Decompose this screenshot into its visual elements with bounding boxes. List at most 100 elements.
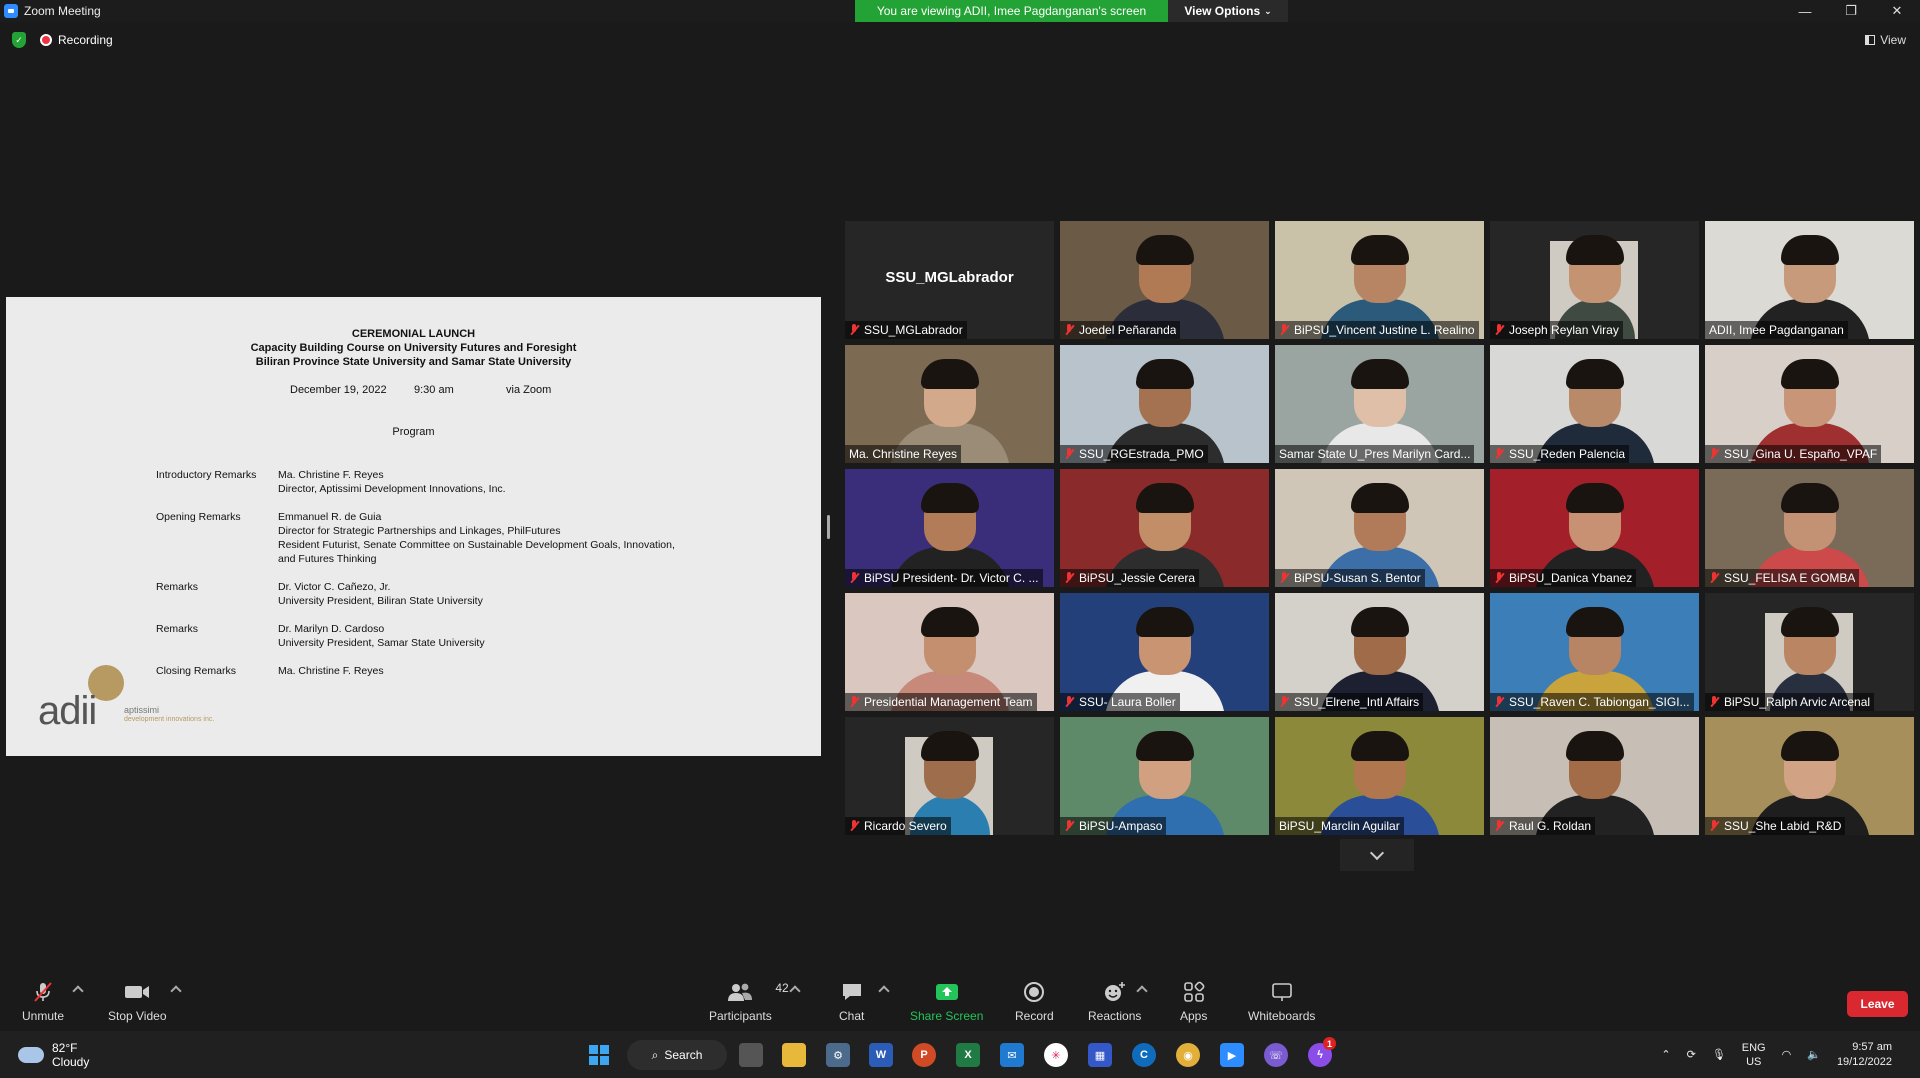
minimize-button[interactable]: — (1782, 0, 1828, 22)
clock[interactable]: 9:57 am 19/12/2022 (1837, 1040, 1892, 1070)
recording-indicator[interactable]: Recording (40, 33, 113, 47)
leave-button[interactable]: Leave (1847, 991, 1908, 1017)
restore-button[interactable]: ❐ (1828, 0, 1874, 22)
participant-tile[interactable]: Samar State U_Pres Marilyn Card... (1275, 345, 1484, 463)
whiteboards-button[interactable]: Whiteboards (1248, 981, 1315, 1023)
muted-mic-icon (1494, 324, 1504, 336)
participant-tile[interactable]: Joseph Reylan Viray (1490, 221, 1699, 339)
split-resize-handle[interactable] (827, 515, 830, 539)
participant-tile[interactable]: SSU- Laura Boller (1060, 593, 1269, 711)
shield-icon[interactable]: ✓ (12, 32, 26, 48)
participants-button[interactable]: 42 Participants (709, 981, 789, 1023)
messenger-icon[interactable]: ϟ 1 (1308, 1037, 1336, 1067)
participant-name-label: BiPSU_Jessie Cerera (1060, 569, 1200, 587)
record-button[interactable]: Record (1015, 981, 1054, 1023)
word-icon[interactable]: W (869, 1043, 893, 1067)
participant-name: SSU_FELISA E GOMBA (1724, 571, 1856, 585)
participant-name-label: BiPSU_Ralph Arvic Arcenal (1705, 693, 1875, 711)
task-view-icon[interactable] (739, 1043, 763, 1067)
weather-widget[interactable]: 82°F Cloudy (18, 1041, 89, 1069)
language-indicator[interactable]: ENG US (1742, 1041, 1766, 1069)
participant-tile[interactable]: SSU_MGLabrador SSU_MGLabrador (845, 221, 1054, 339)
slack-icon[interactable]: ✳ (1044, 1043, 1068, 1067)
participant-tile[interactable]: Ricardo Severo (845, 717, 1054, 835)
windows-start-icon[interactable] (587, 1043, 611, 1067)
participant-tile[interactable]: SSU_Gina U. Españo_VPAF (1705, 345, 1914, 463)
volume-icon[interactable]: 🔈 (1807, 1048, 1821, 1061)
program-value: Ma. Christine F. Reyes (278, 664, 384, 678)
participant-tile[interactable]: Raul G. Roldan (1490, 717, 1699, 835)
unmute-button[interactable]: Unmute (22, 981, 64, 1023)
participant-hair (920, 607, 979, 637)
sync-icon[interactable]: ⟳ (1687, 1048, 1696, 1061)
chevron-up-icon[interactable]: ⌃ (1661, 1048, 1670, 1061)
apps-button[interactable]: Apps (1180, 981, 1207, 1023)
muted-mic-icon (1064, 696, 1074, 708)
view-options-button[interactable]: View Options ⌄ (1168, 0, 1288, 22)
participant-tile[interactable]: Ma. Christine Reyes (845, 345, 1054, 463)
program-line: University President, Biliran State Univ… (278, 595, 483, 607)
participant-name: SSU_Gina U. Españo_VPAF (1724, 447, 1878, 461)
participant-name: ADII, Imee Pagdanganan (1709, 323, 1844, 337)
participant-tile[interactable]: BiPSU_Ralph Arvic Arcenal (1705, 593, 1914, 711)
participant-tile[interactable]: SSU_RGEstrada_PMO (1060, 345, 1269, 463)
wifi-icon[interactable]: ◠ (1782, 1048, 1792, 1061)
participant-tile[interactable]: Presidential Management Team (845, 593, 1054, 711)
program-label: Remarks (156, 623, 199, 635)
file-explorer-icon[interactable] (782, 1043, 806, 1067)
chrome-icon[interactable]: ◉ (1176, 1043, 1200, 1067)
close-button[interactable]: ✕ (1874, 0, 1920, 22)
gallery-next-page-button[interactable] (1340, 839, 1414, 871)
participants-options-caret[interactable] (789, 985, 801, 997)
participant-name-label: SSU_Reden Palencia (1490, 445, 1630, 463)
video-camera-icon (124, 981, 150, 1003)
program-line: Dr. Victor C. Cañezo, Jr. (278, 581, 391, 593)
participant-tile[interactable]: BiPSU_Danica Ybanez (1490, 469, 1699, 587)
taskbar-search[interactable]: ⌕ Search (627, 1040, 727, 1070)
view-button[interactable]: View (1865, 33, 1906, 47)
participant-tile[interactable]: BiPSU-Ampaso (1060, 717, 1269, 835)
participant-name-label: SSU_FELISA E GOMBA (1705, 569, 1860, 587)
participant-tile[interactable]: SSU_Reden Palencia (1490, 345, 1699, 463)
chat-options-caret[interactable] (878, 985, 890, 997)
participant-tile[interactable]: BiPSU_Vincent Justine L. Realino (1275, 221, 1484, 339)
excel-icon[interactable]: X (956, 1043, 980, 1067)
participant-name-label: BiPSU-Susan S. Bentor (1275, 569, 1425, 587)
video-options-caret[interactable] (170, 985, 182, 997)
zoom-taskbar-icon[interactable]: ▶ (1220, 1043, 1244, 1067)
view-options-label: View Options (1184, 4, 1261, 18)
participant-tile[interactable]: SSU_She Labid_R&D (1705, 717, 1914, 835)
muted-mic-icon (1064, 572, 1074, 584)
participant-tile[interactable]: Joedel Peñaranda (1060, 221, 1269, 339)
program-label: Introductory Remarks (156, 469, 257, 481)
participant-tile[interactable]: BiPSU_Marclin Aguilar (1275, 717, 1484, 835)
participant-name-label: SSU_She Labid_R&D (1705, 817, 1846, 835)
participant-name: Ma. Christine Reyes (849, 447, 958, 461)
participant-name: SSU_RGEstrada_PMO (1079, 447, 1204, 461)
calendar-icon[interactable]: ▦ (1088, 1043, 1112, 1067)
participant-tile[interactable]: BiPSU-Susan S. Bentor (1275, 469, 1484, 587)
settings-icon[interactable]: ⚙ (826, 1043, 850, 1067)
participant-tile[interactable]: BiPSU_Jessie Cerera (1060, 469, 1269, 587)
chat-button[interactable]: Chat (839, 981, 864, 1023)
participant-tile[interactable]: ADII, Imee Pagdanganan (1705, 221, 1914, 339)
microphone-icon[interactable]: 🎙 (1712, 1048, 1726, 1061)
participant-tile[interactable]: SSU_Raven C. Tabiongan_SIGI... (1490, 593, 1699, 711)
share-screen-button[interactable]: Share Screen (910, 981, 983, 1023)
viber-icon[interactable]: ☏ (1264, 1043, 1288, 1067)
participant-tile[interactable]: SSU_Elrene_Intl Affairs (1275, 593, 1484, 711)
participant-name: SSU_MGLabrador (864, 323, 963, 337)
mail-icon[interactable]: ✉ (1000, 1043, 1024, 1067)
reactions-button[interactable]: Reactions (1088, 981, 1141, 1023)
audio-options-caret[interactable] (72, 985, 84, 997)
participant-name-label: SSU_MGLabrador (845, 321, 967, 339)
participant-tile[interactable]: BiPSU President- Dr. Victor C. ... (845, 469, 1054, 587)
participant-name-label: BiPSU-Ampaso (1060, 817, 1167, 835)
participant-hair (1780, 731, 1839, 761)
shared-screen: CEREMONIAL LAUNCH Capacity Building Cour… (6, 297, 821, 756)
participant-name-label: BiPSU_Vincent Justine L. Realino (1275, 321, 1479, 339)
participant-tile[interactable]: SSU_FELISA E GOMBA (1705, 469, 1914, 587)
edge-icon[interactable]: C (1132, 1043, 1156, 1067)
powerpoint-icon[interactable]: P (912, 1043, 936, 1067)
stop-video-button[interactable]: Stop Video (108, 981, 167, 1023)
